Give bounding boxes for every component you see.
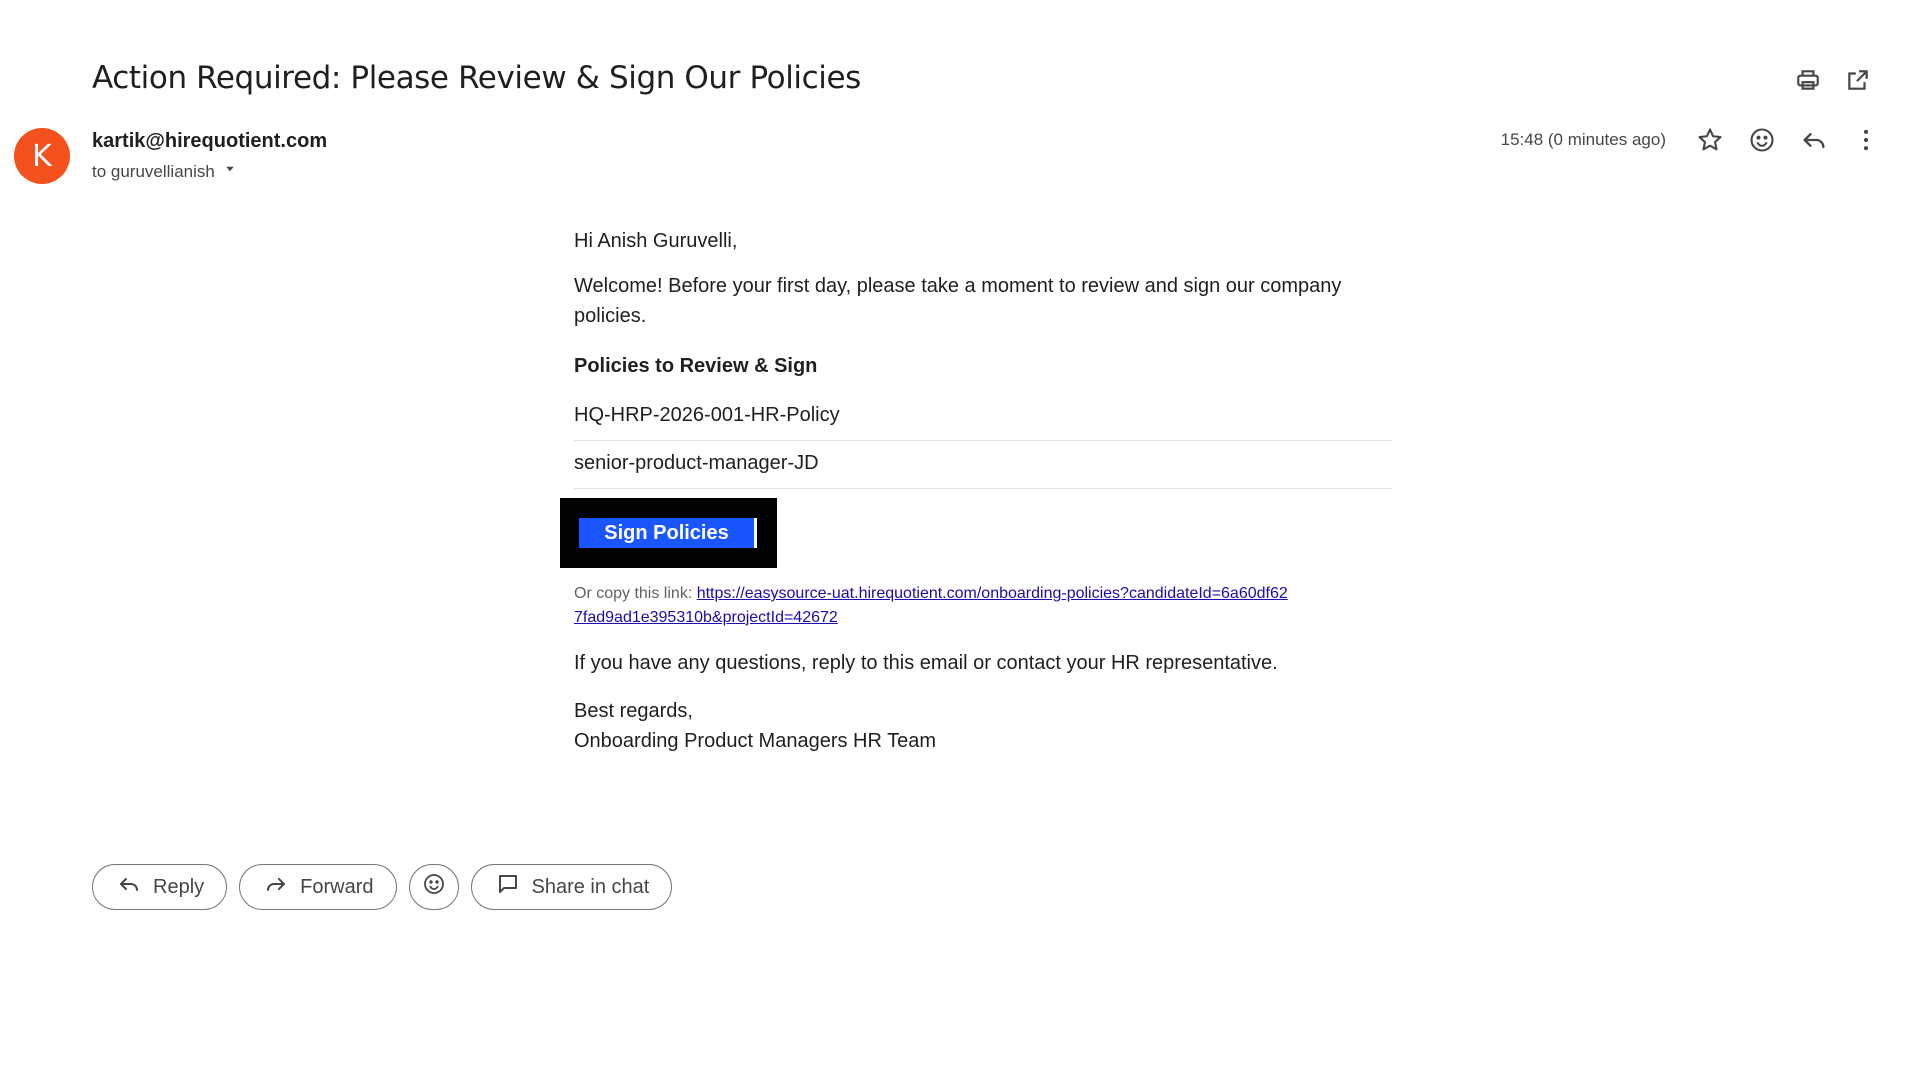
sign-policies-button[interactable]: Sign Policies bbox=[579, 518, 757, 548]
forward-label: Forward bbox=[300, 875, 374, 898]
star-icon[interactable] bbox=[1696, 126, 1724, 154]
reply-icon[interactable] bbox=[1800, 126, 1828, 154]
policy-item[interactable]: HQ-HRP-2026-001-HR-Policy bbox=[574, 393, 1392, 441]
greeting: Hi Anish Guruvelli, bbox=[574, 230, 738, 252]
email-view: Action Required: Please Review & Sign Ou… bbox=[0, 0, 1920, 1080]
action-bar: Reply Forward Share in chat bbox=[92, 864, 673, 910]
signature: Onboarding Product Managers HR Team bbox=[574, 730, 937, 752]
reply-icon bbox=[117, 872, 141, 902]
more-vertical-icon[interactable] bbox=[1852, 126, 1880, 154]
reply-button[interactable]: Reply bbox=[92, 864, 228, 910]
top-toolbar bbox=[1794, 66, 1872, 94]
share-label: Share in chat bbox=[531, 875, 650, 898]
email-body: Hi Anish Guruvelli, Welcome! Before your… bbox=[560, 226, 1394, 756]
emoji-icon[interactable] bbox=[1748, 126, 1776, 154]
sender-email[interactable]: kartik@hirequotient.com bbox=[92, 130, 327, 153]
timestamp: 15:48 (0 minutes ago) bbox=[1500, 130, 1666, 149]
questions-text: If you have any questions, reply to this… bbox=[574, 652, 1278, 674]
copy-link-text: Or copy this link: https://easysource-ua… bbox=[574, 582, 1294, 630]
sign-button-container: Sign Policies bbox=[560, 498, 777, 568]
open-in-new-window-icon[interactable] bbox=[1844, 66, 1872, 94]
policies-heading: Policies to Review & Sign bbox=[574, 355, 818, 377]
forward-button[interactable]: Forward bbox=[239, 864, 397, 910]
share-in-chat-button[interactable]: Share in chat bbox=[470, 864, 673, 910]
emoji-reaction-button[interactable] bbox=[408, 864, 459, 910]
forward-icon bbox=[264, 872, 288, 902]
chat-bubble-icon bbox=[496, 872, 520, 902]
emoji-icon bbox=[422, 872, 446, 902]
recipient-line: to guruvellianish bbox=[92, 160, 239, 183]
closing: Best regards, bbox=[574, 700, 693, 722]
email-subject: Action Required: Please Review & Sign Ou… bbox=[92, 60, 861, 96]
recipient-label: to guruvellianish bbox=[92, 161, 215, 181]
intro-text: Welcome! Before your first day, please t… bbox=[574, 275, 1342, 327]
chevron-down-icon[interactable] bbox=[221, 160, 239, 183]
message-meta: 15:48 (0 minutes ago) bbox=[1501, 126, 1880, 154]
print-icon[interactable] bbox=[1794, 66, 1822, 94]
copy-link-label: Or copy this link: bbox=[574, 585, 697, 602]
avatar[interactable]: K bbox=[14, 128, 70, 184]
reply-label: Reply bbox=[153, 875, 205, 898]
policy-item[interactable]: senior-product-manager-JD bbox=[574, 441, 1392, 489]
